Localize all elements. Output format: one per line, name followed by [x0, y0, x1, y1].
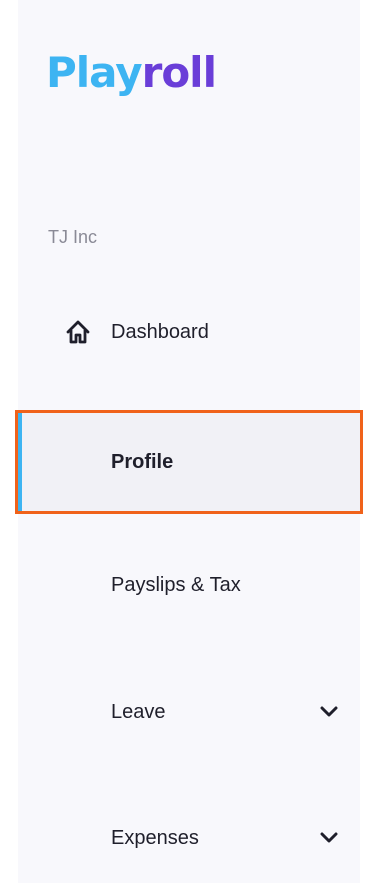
sidebar-item-profile[interactable]: Profile [15, 410, 363, 514]
sidebar-item-payslips-tax[interactable]: Payslips & Tax [18, 535, 360, 635]
sidebar-item-label: Leave [111, 700, 166, 723]
sidebar-item-label: Dashboard [111, 320, 209, 343]
organization-name: TJ Inc [48, 227, 98, 247]
chevron-down-icon[interactable] [320, 832, 338, 844]
logo-text-roll: roll [141, 48, 217, 97]
sidebar: Playroll TJ Inc Dashboard Profile Paysli… [15, 0, 363, 883]
sidebar-item-label: Profile [111, 450, 174, 473]
sidebar-item-label: Expenses [111, 826, 199, 849]
sidebar-item-label: Payslips & Tax [111, 573, 241, 596]
playroll-logo[interactable]: Playroll [46, 52, 217, 94]
logo-text-play: Play [46, 48, 143, 97]
chevron-down-icon[interactable] [320, 706, 338, 718]
sidebar-item-dashboard[interactable]: Dashboard [18, 282, 360, 382]
home-icon [66, 320, 90, 344]
sidebar-item-expenses[interactable]: Expenses [18, 788, 360, 888]
sidebar-item-leave[interactable]: Leave [18, 662, 360, 762]
